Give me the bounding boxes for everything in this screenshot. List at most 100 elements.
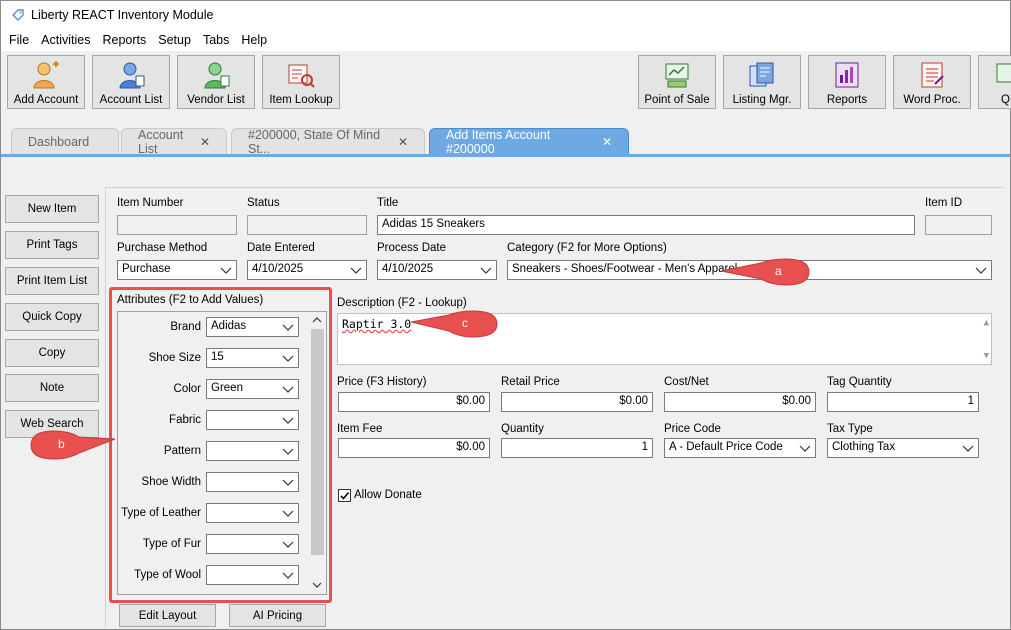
quantity-label: Quantity [501,423,544,435]
attr-fabric-select[interactable] [206,410,299,430]
price-code-label: Price Code [664,423,721,435]
menu-tabs[interactable]: Tabs [203,33,229,47]
attr-brand-select[interactable]: Adidas [206,317,299,337]
ai-pricing-button[interactable]: AI Pricing [229,604,326,627]
chevron-down-icon [799,445,811,452]
tab-account-200000[interactable]: #200000, State Of Mind St... ✕ [231,128,425,156]
close-icon[interactable]: ✕ [602,135,612,149]
reports-icon [835,62,859,88]
tag-quantity-field[interactable]: 1 [827,392,979,412]
chevron-up-icon[interactable]: ▲ [984,318,989,328]
tab-bar: Dashboard Account List ✕ #200000, State … [1,121,1010,156]
attributes-scroll-thumb[interactable] [311,329,324,555]
quick-copy-button[interactable]: Quick Copy [5,303,99,331]
note-button[interactable]: Note [5,374,99,402]
print-tags-button[interactable]: Print Tags [5,231,99,259]
attr-shoe-width-select[interactable] [206,472,299,492]
date-entered-picker[interactable]: 4/10/2025 [247,260,367,280]
tab-dashboard[interactable]: Dashboard [11,128,119,155]
tax-type-select[interactable]: Clothing Tax [827,438,979,458]
retail-price-label: Retail Price [501,376,560,388]
chevron-down-icon [350,267,362,274]
window-title: Liberty REACT Inventory Module [31,8,214,22]
attr-shoe-size-select[interactable]: 15 [206,348,299,368]
menu-activities[interactable]: Activities [41,33,90,47]
tab-account-200000-label: #200000, State Of Mind St... [248,128,381,156]
attr-type-of-fur-label: Type of Fur [142,538,201,550]
attr-type-of-leather-select[interactable] [206,503,299,523]
add-account-label: Add Account [13,94,79,106]
chevron-down-icon [282,386,294,393]
purchase-method-select[interactable]: Purchase [117,260,237,280]
purchase-method-value: Purchase [122,263,171,275]
edit-layout-button[interactable]: Edit Layout [119,604,216,627]
process-date-picker[interactable]: 4/10/2025 [377,260,497,280]
process-date-value: 4/10/2025 [382,263,434,275]
chevron-down-icon [282,479,294,486]
price-label: Price (F3 History) [337,376,427,388]
menu-help[interactable]: Help [241,33,267,47]
new-item-button[interactable]: New Item [5,195,99,223]
item-number-label: Item Number [117,197,184,209]
attr-shoe-width-label: Shoe Width [141,476,201,488]
point-of-sale-icon [665,63,689,88]
quantity-field[interactable]: 1 [501,438,653,458]
attr-shoe-size-value: 15 [211,351,224,363]
qb-icon [996,63,1011,83]
title-field[interactable]: Adidas 15 Sneakers [377,215,915,235]
listing-manager-button[interactable]: Listing Mgr. [723,55,801,109]
item-fee-label: Item Fee [337,423,383,435]
item-number-field[interactable] [117,215,237,235]
attr-pattern-select[interactable] [206,441,299,461]
allow-donate-checkbox[interactable] [338,489,351,502]
tab-account-list[interactable]: Account List ✕ [121,128,227,156]
tab-add-items[interactable]: Add Items Account #200000 ✕ [429,128,629,156]
attr-fabric-label: Fabric [169,414,201,426]
retail-price-field[interactable]: $0.00 [501,392,653,412]
point-of-sale-button[interactable]: Point of Sale [638,55,716,109]
tab-dashboard-label: Dashboard [28,135,90,149]
add-account-button[interactable]: Add Account [7,55,85,109]
account-list-button[interactable]: Account List [92,55,170,109]
chevron-down-icon [282,417,294,424]
title-label: Title [377,197,399,209]
chevron-down-icon[interactable]: ▼ [984,351,989,361]
item-lookup-button[interactable]: Item Lookup [262,55,340,109]
close-icon[interactable]: ✕ [200,135,210,149]
menu-reports[interactable]: Reports [102,33,146,47]
copy-button[interactable]: Copy [5,339,99,367]
category-label: Category (F2 for More Options) [507,242,667,254]
item-id-label: Item ID [925,197,963,209]
item-fee-field[interactable]: $0.00 [338,438,490,458]
checkmark-icon [340,491,350,500]
chevron-down-icon [282,324,294,331]
attr-type-of-leather-label: Type of Leather [121,507,201,519]
vendor-list-button[interactable]: Vendor List [177,55,255,109]
attr-color-select[interactable]: Green [206,379,299,399]
item-id-field[interactable] [925,215,992,235]
price-code-select[interactable]: A - Default Price Code [664,438,816,458]
date-entered-label: Date Entered [247,242,315,254]
print-item-list-button[interactable]: Print Item List [5,267,99,295]
menu-setup[interactable]: Setup [158,33,191,47]
attr-type-of-wool-label: Type of Wool [134,569,201,581]
menu-file[interactable]: File [9,33,29,47]
status-field[interactable] [247,215,367,235]
qb-button[interactable]: QB [978,55,1011,109]
reports-button[interactable]: Reports [808,55,886,109]
cost-net-field[interactable]: $0.00 [664,392,816,412]
close-icon[interactable]: ✕ [398,135,408,149]
attr-type-of-wool-select[interactable] [206,565,299,585]
attr-shoe-size-label: Shoe Size [148,352,201,364]
item-lookup-label: Item Lookup [269,94,333,106]
word-processor-button[interactable]: Word Proc. [893,55,971,109]
chevron-up-icon[interactable] [311,315,323,325]
callout-b-label: b [58,437,65,451]
chevron-down-icon[interactable] [311,580,323,590]
account-list-label: Account List [99,94,163,106]
attr-type-of-fur-select[interactable] [206,534,299,554]
chevron-down-icon [282,448,294,455]
price-field[interactable]: $0.00 [338,392,490,412]
date-entered-value: 4/10/2025 [252,263,304,275]
point-of-sale-label: Point of Sale [644,94,710,106]
